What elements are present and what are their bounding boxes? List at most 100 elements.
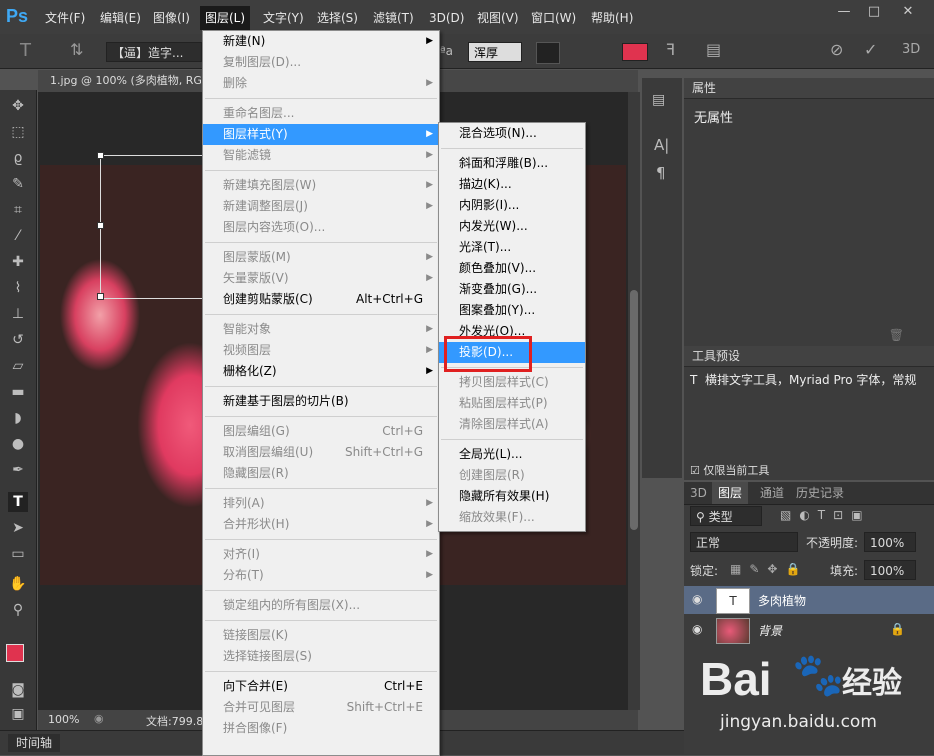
style-menu-item[interactable]: 内发光(W)...	[439, 216, 585, 237]
layer-menu-item[interactable]: 图层蒙版(M) ▶	[203, 247, 439, 268]
style-menu-item[interactable]: 混合选项(N)...	[439, 123, 585, 144]
layer-menu-item[interactable]: 图层内容选项(O)...	[203, 217, 439, 238]
menu-8[interactable]: 视图(V)	[472, 8, 524, 28]
status-info-icon[interactable]: ◉	[94, 712, 104, 725]
layer-row[interactable]: ◉ T 多肉植物	[684, 586, 934, 614]
align-center-button[interactable]	[562, 42, 584, 62]
healing-brush-tool-icon[interactable]: ✚	[8, 252, 28, 272]
screen-mode-icon[interactable]: ▣	[8, 704, 28, 724]
text-orientation-icon[interactable]: ⇅	[70, 40, 83, 59]
horizontal-type-tool-icon[interactable]: T	[8, 492, 28, 512]
clone-stamp-tool-icon[interactable]: ⊥	[8, 304, 28, 324]
pen-tool-icon[interactable]: ✒	[8, 460, 28, 480]
preset-item[interactable]: T 横排文字工具，Myriad Pro 字体，常规	[684, 367, 934, 392]
layer-menu-item[interactable]: 隐藏图层(R)	[203, 463, 439, 484]
tab-history[interactable]: 历史记录	[790, 482, 850, 504]
antialias-select[interactable]: 浑厚	[468, 42, 522, 62]
style-menu-item[interactable]: 颜色叠加(V)...	[439, 258, 585, 279]
style-menu-item[interactable]: 内阴影(I)...	[439, 195, 585, 216]
commit-icon[interactable]: ✓	[864, 40, 877, 59]
scrollbar-thumb[interactable]	[630, 290, 638, 530]
menu-9[interactable]: 窗口(W)	[526, 8, 581, 28]
layer-menu-item[interactable]: 图层编组(G) Ctrl+G	[203, 421, 439, 442]
eyedropper-tool-icon[interactable]: ⁄	[8, 226, 28, 246]
align-left-button[interactable]	[536, 42, 560, 64]
cancel-icon[interactable]: ⊘	[830, 40, 843, 59]
font-family-select[interactable]: 【逼】造字...	[106, 42, 202, 62]
layer-menu-item[interactable]: 排列(A) ▶	[203, 493, 439, 514]
brush-tool-icon[interactable]: ⌇	[8, 278, 28, 298]
layer-menu-item[interactable]: 图层样式(Y) ▶	[203, 124, 439, 145]
history-brush-tool-icon[interactable]: ↺	[8, 330, 28, 350]
layer-row[interactable]: ◉ 背景 🔒	[684, 616, 934, 644]
minimize-button[interactable]: —	[830, 2, 858, 22]
style-menu-item[interactable]: 隐藏所有效果(H)	[439, 486, 585, 507]
quick-select-tool-icon[interactable]: ✎	[8, 174, 28, 194]
layer-menu-item[interactable]: 选择链接图层(S)	[203, 646, 439, 667]
style-menu-item[interactable]: 光泽(T)...	[439, 237, 585, 258]
layer-filter-select[interactable]: ⚲ 类型	[690, 506, 762, 526]
layer-menu-item[interactable]: 矢量蒙版(V) ▶	[203, 268, 439, 289]
layer-menu-item[interactable]: 链接图层(K)	[203, 625, 439, 646]
menu-3[interactable]: 图层(L)	[200, 6, 251, 30]
layer-menu-item[interactable]: 智能滤镜 ▶	[203, 145, 439, 166]
layer-menu-item[interactable]: 删除 ▶	[203, 73, 439, 94]
style-menu-item[interactable]: 清除图层样式(A)	[439, 414, 585, 435]
layer-menu-item[interactable]: 取消图层编组(U) Shift+Ctrl+G	[203, 442, 439, 463]
path-selection-tool-icon[interactable]: ➤	[8, 518, 28, 538]
style-menu-item[interactable]: 拷贝图层样式(C)	[439, 372, 585, 393]
menu-10[interactable]: 帮助(H)	[586, 8, 638, 28]
transform-handle[interactable]	[97, 222, 104, 229]
menu-7[interactable]: 3D(D)	[424, 8, 469, 28]
style-menu-item[interactable]: 图案叠加(Y)...	[439, 300, 585, 321]
layer-menu-item[interactable]: 锁定组内的所有图层(X)...	[203, 595, 439, 616]
opacity-input[interactable]: 100%	[864, 532, 916, 552]
rectangle-tool-icon[interactable]: ▭	[8, 544, 28, 564]
lasso-tool-icon[interactable]: ϱ	[8, 148, 28, 168]
layer-menu-item[interactable]: 复制图层(D)...	[203, 52, 439, 73]
layer-menu-item[interactable]: 合并形状(H) ▶	[203, 514, 439, 535]
style-menu-item[interactable]: 创建图层(R)	[439, 465, 585, 486]
quick-mask-icon[interactable]: ◙	[8, 680, 28, 700]
style-menu-item[interactable]: 全局光(L)...	[439, 444, 585, 465]
style-menu-item[interactable]: 斜面和浮雕(B)...	[439, 153, 585, 174]
move-tool-icon[interactable]: ✥	[8, 96, 28, 116]
blur-tool-icon[interactable]: ◗	[8, 408, 28, 428]
trash-icon[interactable]: 🗑	[889, 328, 904, 342]
panels-toggle-icon[interactable]: ▤	[706, 40, 721, 59]
layer-menu-item[interactable]: 创建剪贴蒙版(C) Alt+Ctrl+G	[203, 289, 439, 310]
visibility-eye-icon[interactable]: ◉	[692, 622, 702, 636]
transform-handle[interactable]	[97, 152, 104, 159]
align-right-button[interactable]	[588, 42, 610, 62]
layer-filter-icons[interactable]: ▧◐T⊡▣	[780, 508, 871, 522]
layer-menu-item[interactable]: 栅格化(Z) ▶	[203, 361, 439, 382]
lock-icons[interactable]: ▦✎✥🔒	[730, 562, 808, 576]
marquee-tool-icon[interactable]: ⬚	[8, 122, 28, 142]
crop-tool-icon[interactable]: ⌗	[8, 200, 28, 220]
menu-4[interactable]: 文字(Y)	[258, 8, 309, 28]
warp-text-icon[interactable]: ꟻ	[666, 40, 675, 59]
menu-5[interactable]: 选择(S)	[312, 8, 363, 28]
menu-0[interactable]: 文件(F)	[40, 8, 90, 28]
menu-2[interactable]: 图像(I)	[148, 8, 195, 28]
3d-button[interactable]: 3D	[902, 42, 920, 57]
visibility-eye-icon[interactable]: ◉	[692, 592, 702, 606]
current-tool-only-checkbox[interactable]: ☑ 仅限当前工具	[690, 462, 769, 478]
fill-input[interactable]: 100%	[864, 560, 916, 580]
layer-menu-item[interactable]: 新建基于图层的切片(B)	[203, 391, 439, 412]
layer-menu-item[interactable]: 新建填充图层(W) ▶	[203, 175, 439, 196]
gradient-tool-icon[interactable]: ▬	[8, 382, 28, 402]
layer-menu-item[interactable]: 对齐(I) ▶	[203, 544, 439, 565]
zoom-level[interactable]: 100%	[48, 713, 79, 726]
paragraph-panel-icon[interactable]: ¶	[656, 164, 666, 182]
layer-menu-item[interactable]: 分布(T) ▶	[203, 565, 439, 586]
menu-6[interactable]: 滤镜(T)	[368, 8, 419, 28]
zoom-tool-icon[interactable]: ⚲	[8, 600, 28, 620]
tab-channels[interactable]: 通道	[754, 482, 790, 504]
layer-menu-item[interactable]: 重命名图层...	[203, 103, 439, 124]
style-menu-item[interactable]: 粘贴图层样式(P)	[439, 393, 585, 414]
hand-tool-icon[interactable]: ✋	[8, 574, 28, 594]
layer-menu-item[interactable]: 视频图层 ▶	[203, 340, 439, 361]
text-bounding-box[interactable]	[100, 155, 210, 299]
close-button[interactable]: ✕	[894, 2, 922, 22]
